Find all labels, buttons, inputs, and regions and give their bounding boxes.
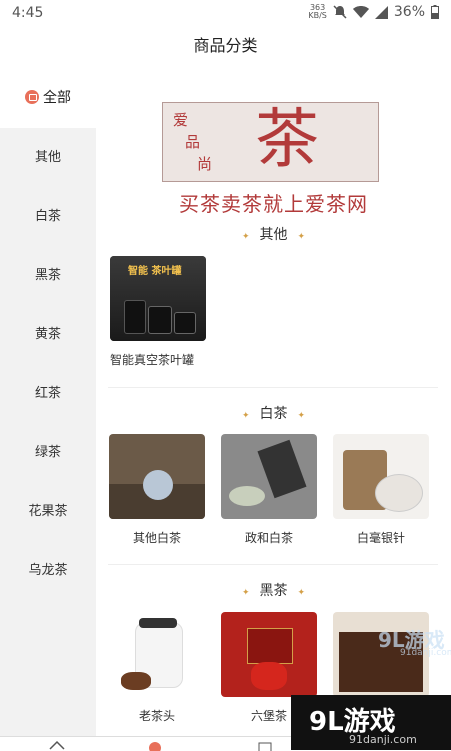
section-header-dark-tea: ✦ 黑茶 ✦ <box>241 583 306 599</box>
sparkle-icon: ✦ <box>241 588 250 598</box>
category-item-dark-tea[interactable]: 黑茶 <box>0 246 96 305</box>
product-name: 政和白茶 <box>244 531 293 545</box>
home-icon[interactable] <box>48 739 66 751</box>
wifi-icon <box>352 5 369 18</box>
signal-icon <box>374 5 388 19</box>
category-item-black-tea[interactable]: 红茶 <box>0 364 96 423</box>
product-image <box>221 434 317 519</box>
brand-banner[interactable]: 爱 品 尚 茶 买茶卖茶就上爱茶网 <box>116 102 431 242</box>
section-header-other: ✦ 其他 ✦ <box>241 227 306 243</box>
bag-icon <box>25 90 39 104</box>
product-image: 智能 茶叶罐 <box>110 256 206 341</box>
watermark-site: 91danji.com <box>349 733 417 746</box>
watermark-badge: 9L游戏 91danji.com <box>291 695 451 750</box>
battery-text: 36% <box>393 4 425 20</box>
product-image <box>109 612 205 697</box>
banner-slogan: 买茶卖茶就上爱茶网 <box>179 192 368 216</box>
category-content: 爱 品 尚 茶 买茶卖茶就上爱茶网 ✦ 其他 ✦ 智能 茶叶罐 智能真空茶叶罐 ✦ 白… <box>96 66 451 736</box>
category-item-green-tea[interactable]: 绿茶 <box>0 423 96 482</box>
status-bar: 4:45 363 KB/S 36% <box>0 0 451 26</box>
watermark-logo: 9L游戏 91danji.com <box>378 628 451 658</box>
sparkle-icon: ✦ <box>241 411 250 421</box>
page-title: 商品分类 <box>193 36 258 55</box>
product-name: 智能真空茶叶罐 <box>110 353 195 367</box>
product-card[interactable]: 智能 茶叶罐 智能真空茶叶罐 <box>110 256 206 368</box>
product-card[interactable]: 老茶头 <box>109 612 205 724</box>
status-time: 4:45 <box>12 5 44 21</box>
net-speed: 363 KB/S <box>308 3 327 20</box>
product-card[interactable]: 政和白茶 <box>221 434 317 546</box>
title-bar: 商品分类 <box>0 28 451 64</box>
category-all-label: 全部 <box>43 90 71 106</box>
mute-icon <box>333 5 347 19</box>
category-all[interactable]: 全部 <box>0 66 96 128</box>
category-sidebar: 全部 其他 白茶 黑茶 黄茶 红茶 绿茶 花果茶 乌龙茶 <box>0 66 96 736</box>
category-item-white-tea[interactable]: 白茶 <box>0 187 96 246</box>
sparkle-icon: ✦ <box>297 588 306 598</box>
divider <box>108 387 438 388</box>
order-icon[interactable] <box>256 739 274 751</box>
section-header-white-tea: ✦ 白茶 ✦ <box>241 406 306 422</box>
product-card[interactable]: 白毫银针 <box>333 434 429 546</box>
product-card[interactable]: 其他白茶 <box>109 434 205 546</box>
status-icons: 363 KB/S 36% <box>308 4 439 20</box>
category-item-oolong-tea[interactable]: 乌龙茶 <box>0 541 96 600</box>
product-name: 白毫银针 <box>356 531 405 545</box>
category-icon[interactable] <box>146 739 164 751</box>
product-image <box>109 434 205 519</box>
category-item-fruit-tea[interactable]: 花果茶 <box>0 482 96 541</box>
product-name: 老茶头 <box>138 709 175 723</box>
product-image <box>221 612 317 697</box>
brand-logo: 爱 品 尚 茶 <box>162 102 379 182</box>
sparkle-icon: ✦ <box>297 232 306 242</box>
logo-tea-char: 茶 <box>255 103 319 177</box>
sparkle-icon: ✦ <box>241 232 250 242</box>
product-name: 其他白茶 <box>132 531 181 545</box>
divider <box>108 564 438 565</box>
product-image <box>333 434 429 519</box>
sparkle-icon: ✦ <box>297 411 306 421</box>
category-item-yellow-tea[interactable]: 黄茶 <box>0 305 96 364</box>
category-item-other[interactable]: 其他 <box>0 128 96 187</box>
battery-icon <box>431 5 439 19</box>
